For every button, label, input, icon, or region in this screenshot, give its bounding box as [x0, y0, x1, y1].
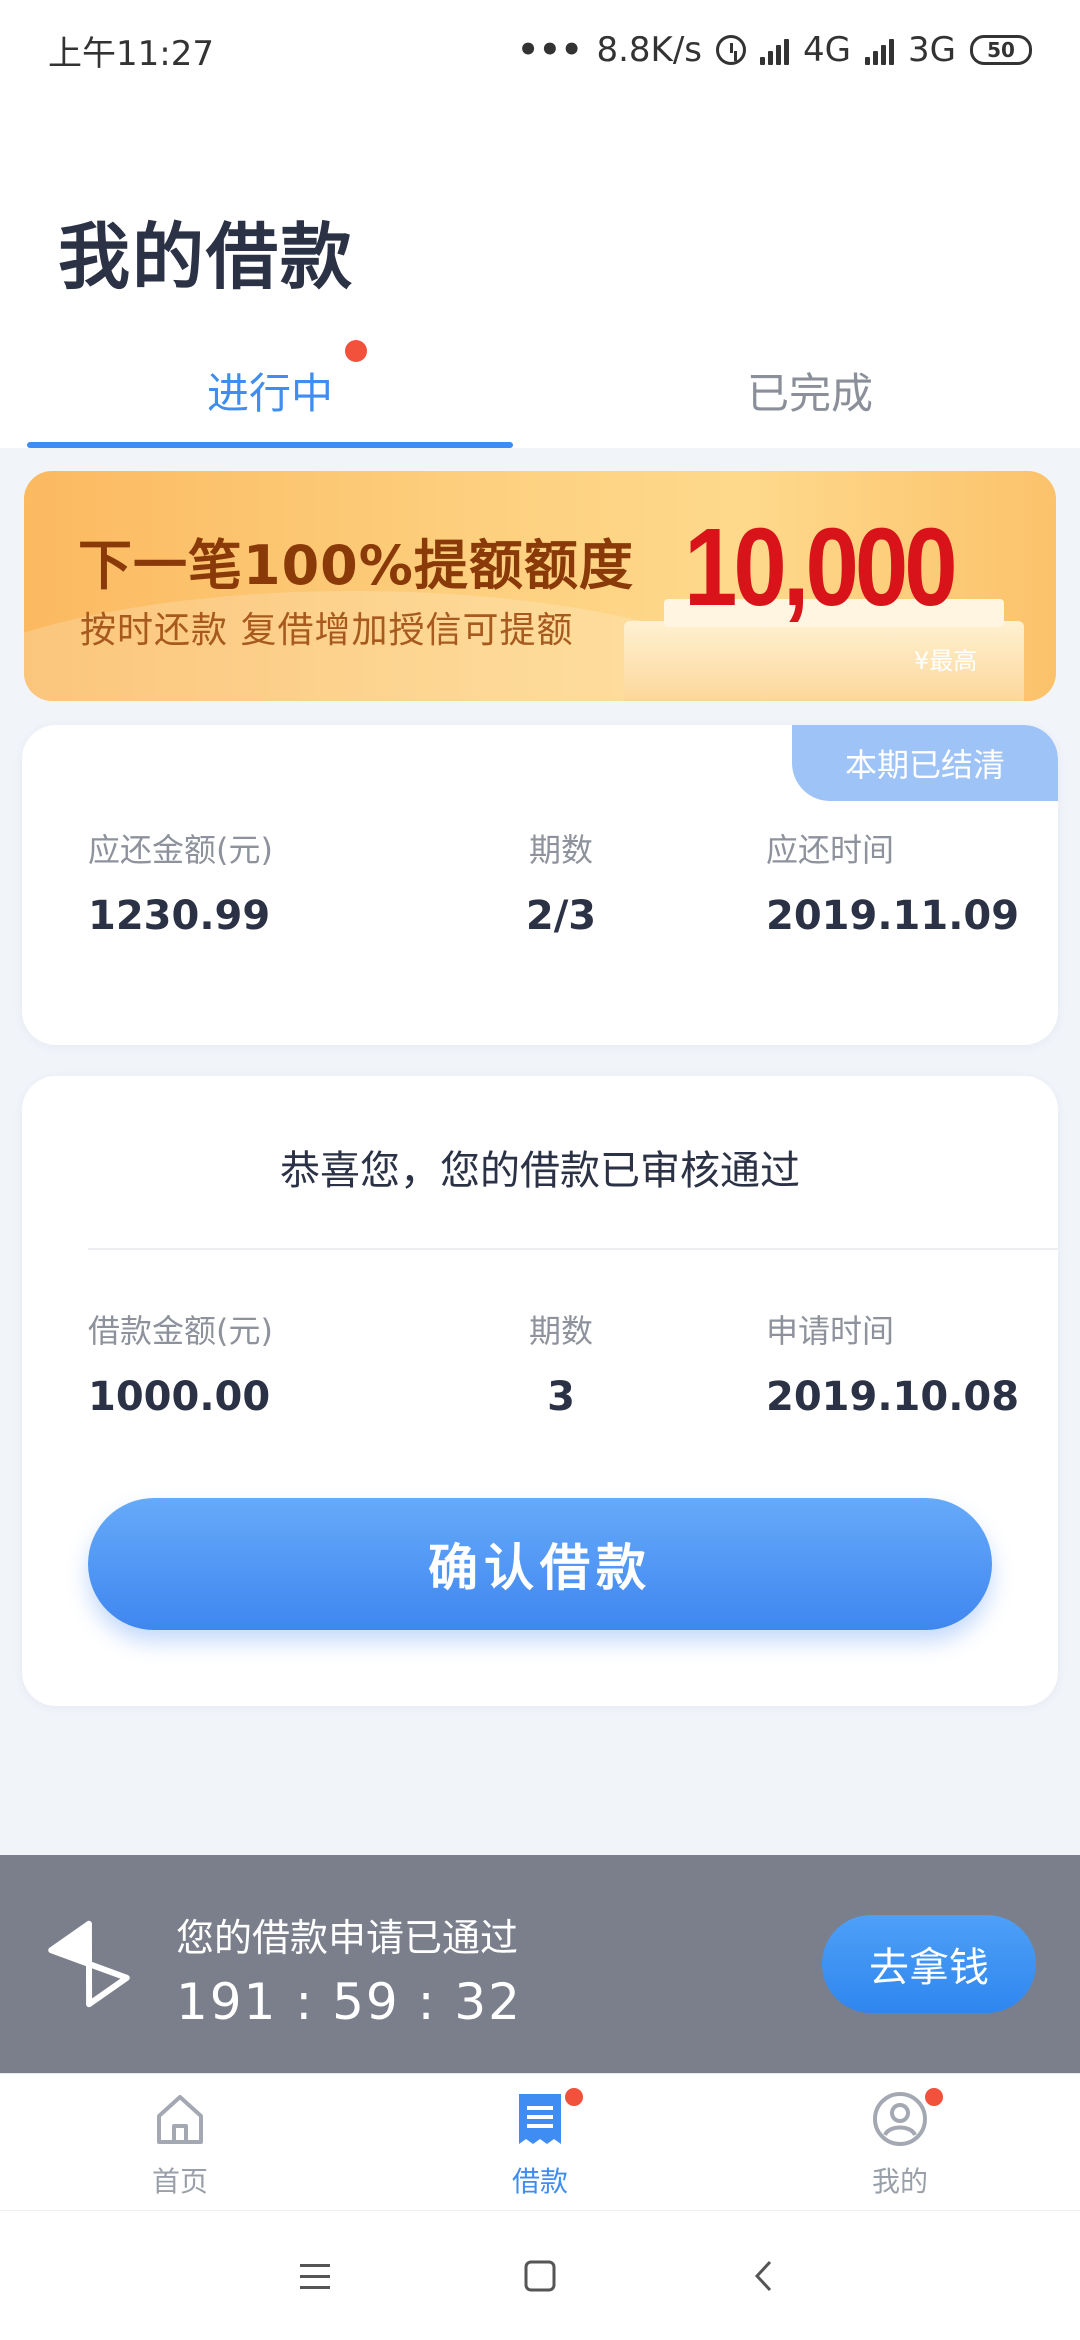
tab-label: 进行中	[206, 369, 333, 418]
loan-info-row: 借款金额(元) 1000.00 期数 3 申请时间 2019.10.08	[22, 1306, 1058, 1420]
status-indicators: ••• 8.8K/s 4G 3G 50	[517, 30, 1032, 70]
system-nav-bar	[0, 2210, 1080, 2340]
term-value: 2/3	[525, 893, 597, 939]
amount-value: 1000.00	[88, 1374, 271, 1420]
tab-label: 已完成	[746, 369, 873, 418]
alarm-icon	[716, 35, 747, 65]
tab-bar: 进行中 已完成	[0, 330, 1080, 448]
nav-label: 首页	[151, 2165, 208, 2198]
date-column: 申请时间 2019.10.08	[766, 1306, 1019, 1420]
amount-value: 1230.99	[88, 893, 271, 939]
nav-label: 我的	[871, 2165, 928, 2198]
battery-icon: 50	[970, 35, 1032, 65]
amount-label: 应还金额(元)	[88, 831, 273, 869]
term-column: 期数 3	[506, 1306, 616, 1420]
content-area: 下一笔100%提额额度 按时还款 复借增加授信可提额 10,000 ¥最高 本期…	[0, 448, 1080, 1855]
promo-banner[interactable]: 下一笔100%提额额度 按时还款 复借增加授信可提额 10,000 ¥最高	[24, 471, 1056, 701]
repayment-card: 本期已结清 应还金额(元) 1230.99 期数 2/3 应还时间 2019.1…	[22, 725, 1058, 1045]
term-value: 3	[547, 1374, 575, 1420]
banner-subtitle: 按时还款 复借增加授信可提额	[80, 610, 574, 651]
approval-notice-bar: 您的借款申请已通过 191 : 59 : 32 去拿钱	[0, 1855, 1080, 2073]
network-type-1: 4G	[803, 30, 852, 70]
home-icon	[157, 2095, 203, 2144]
amount-column: 应还金额(元) 1230.99	[88, 825, 273, 939]
banner-title: 下一笔100%提额额度	[78, 534, 634, 597]
menu-icon[interactable]	[290, 2251, 340, 2301]
date-label: 申请时间	[766, 1312, 895, 1350]
home-square-icon[interactable]	[515, 2251, 565, 2301]
amount-column: 借款金额(元) 1000.00	[88, 1306, 273, 1420]
network-speed: 8.8K/s	[596, 30, 703, 70]
term-label: 期数	[528, 831, 593, 869]
notification-dot	[923, 2086, 945, 2108]
signal-icon	[760, 35, 790, 65]
approval-card: 恭喜您，您的借款已审核通过 借款金额(元) 1000.00 期数 3 申请时间 …	[22, 1076, 1058, 1706]
profile-icon	[873, 2092, 927, 2146]
more-dots-icon: •••	[517, 30, 583, 70]
nav-item-loan[interactable]: 借款	[360, 2074, 720, 2210]
status-time: 上午11:27	[48, 33, 214, 74]
tab-completed[interactable]: 已完成	[540, 330, 1080, 448]
date-column: 应还时间 2019.11.09	[766, 825, 1019, 939]
signal-icon	[865, 35, 895, 65]
banner-amount: 10,000	[684, 505, 958, 629]
notification-dot	[563, 2086, 585, 2108]
date-value: 2019.11.09	[766, 893, 1020, 939]
nav-item-home[interactable]: 首页	[0, 2074, 360, 2210]
date-label: 应还时间	[766, 831, 895, 869]
status-bar: 上午11:27 ••• 8.8K/s 4G 3G 50	[0, 0, 1080, 100]
hourglass-icon	[48, 1920, 130, 2008]
term-label: 期数	[528, 1312, 593, 1350]
status-badge: 本期已结清	[792, 725, 1058, 801]
get-money-button[interactable]: 去拿钱	[822, 1915, 1036, 2013]
tab-in-progress[interactable]: 进行中	[0, 330, 540, 448]
back-icon[interactable]	[740, 2251, 790, 2301]
approval-message: 恭喜您，您的借款已审核通过	[280, 1148, 800, 1194]
page-title: 我的借款	[58, 215, 355, 299]
date-value: 2019.10.08	[766, 1374, 1020, 1420]
nav-label: 借款	[511, 2165, 568, 2198]
confirm-loan-button[interactable]: 确认借款	[88, 1498, 992, 1630]
amount-label: 借款金额(元)	[88, 1312, 273, 1350]
repayment-info-row: 应还金额(元) 1230.99 期数 2/3 应还时间 2019.11.09	[22, 825, 1058, 939]
network-type-2: 3G	[908, 30, 956, 70]
nav-item-mine[interactable]: 我的	[720, 2074, 1080, 2210]
banner-amount-note: ¥最高	[914, 647, 978, 675]
term-column: 期数 2/3	[506, 825, 616, 939]
notification-dot	[345, 340, 367, 362]
countdown-timer: 191 : 59 : 32	[176, 1973, 522, 2031]
bottom-nav: 首页 借款 我的	[0, 2073, 1080, 2210]
notice-message: 您的借款申请已通过	[176, 1916, 519, 1960]
divider	[88, 1248, 1058, 1250]
loan-icon	[519, 2094, 561, 2144]
